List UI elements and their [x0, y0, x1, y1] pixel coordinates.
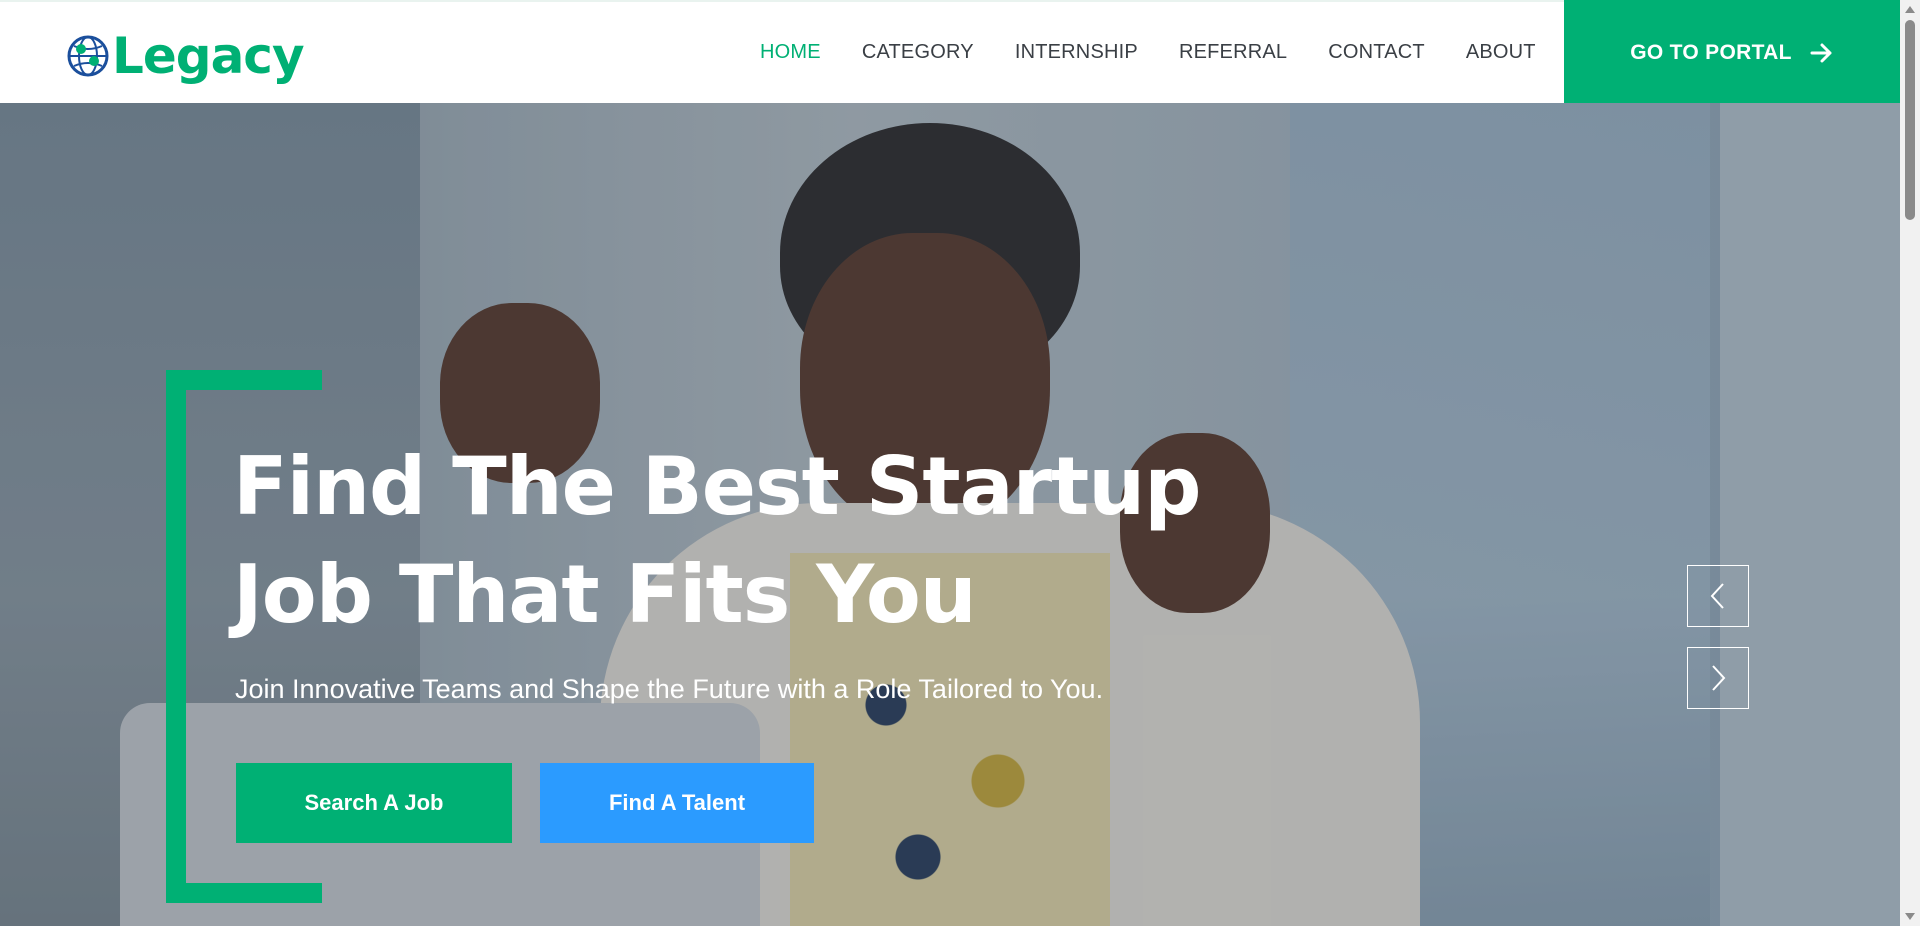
main-nav: HOME CATEGORY INTERNSHIP REFERRAL CONTAC…: [760, 2, 1577, 103]
carousel-next-button[interactable]: [1687, 647, 1749, 709]
accent-bracket-bottom: [166, 883, 322, 903]
find-talent-button[interactable]: Find A Talent: [540, 763, 814, 843]
brand-logo[interactable]: Legacy: [66, 27, 305, 85]
nav-item-home[interactable]: HOME: [760, 41, 821, 64]
top-navbar: Legacy HOME CATEGORY INTERNSHIP REFERRAL…: [0, 0, 1900, 105]
hero-headline-line1: Find The Best Startup: [233, 440, 1201, 533]
nav-item-referral[interactable]: REFERRAL: [1179, 41, 1287, 64]
chevron-left-icon: [1710, 583, 1724, 609]
nav-item-about[interactable]: ABOUT: [1466, 41, 1536, 64]
arrow-right-icon: [1810, 43, 1832, 62]
go-to-portal-button[interactable]: GO TO PORTAL: [1564, 0, 1900, 105]
hero-headline: Find The Best Startup Job That Fits You: [233, 433, 1233, 649]
hero-subline: Join Innovative Teams and Shape the Futu…: [235, 674, 1104, 704]
accent-bracket-top: [166, 370, 322, 390]
carousel-prev-button[interactable]: [1687, 565, 1749, 627]
search-job-button[interactable]: Search A Job: [236, 763, 512, 843]
portal-button-label: GO TO PORTAL: [1630, 40, 1792, 64]
scroll-up-arrow-icon[interactable]: [1905, 6, 1915, 13]
nav-item-category[interactable]: CATEGORY: [862, 41, 974, 64]
hero-banner: Find The Best Startup Job That Fits You …: [0, 103, 1900, 926]
nav-item-contact[interactable]: CONTACT: [1328, 41, 1425, 64]
hero-headline-line2: Job That Fits You: [233, 548, 977, 641]
globe-icon: [67, 35, 109, 77]
scroll-down-arrow-icon[interactable]: [1905, 913, 1915, 920]
accent-bracket-vertical: [166, 370, 186, 903]
chevron-right-icon: [1712, 665, 1726, 691]
nav-item-internship[interactable]: INTERNSHIP: [1015, 41, 1138, 64]
scrollbar-thumb[interactable]: [1905, 20, 1915, 220]
page-scrollbar[interactable]: [1900, 0, 1920, 926]
brand-name: Legacy: [112, 27, 305, 85]
